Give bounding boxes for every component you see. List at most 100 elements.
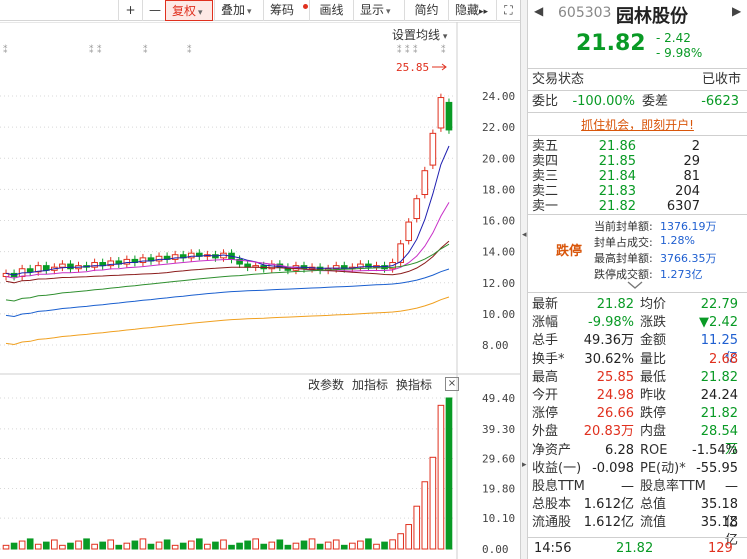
divider: [528, 68, 747, 69]
weicha-value: -6623: [701, 94, 739, 109]
volume-bar: [163, 539, 171, 550]
change-params-button[interactable]: 改参数: [308, 378, 344, 392]
volume-axis-label: 29.60: [482, 453, 515, 466]
fuquan-dropdown[interactable]: 复权 ▾: [165, 0, 213, 21]
volume-bar: [421, 481, 429, 550]
prev-stock-icon[interactable]: ◀: [534, 4, 543, 18]
volume-bar: [292, 542, 300, 550]
volume-bar: [316, 543, 324, 550]
volume-bar: [365, 538, 372, 550]
chart-toolbar: + — 复权 ▾ 叠加 ▾ 筹码 画线 显示 ▾ 简约 隐藏▸▸ ⛶: [0, 0, 520, 21]
divider: [528, 135, 747, 136]
volume-bar: [67, 542, 74, 550]
orderbook-row[interactable]: 卖三 21.84 81: [528, 169, 747, 184]
stat-value: ▼2.42: [699, 315, 738, 331]
volume-bar: [179, 542, 187, 550]
orderbook-row[interactable]: 卖五 21.86 2: [528, 139, 747, 154]
event-marker-icon: ⁑: [97, 44, 102, 56]
seal-value: 3766.35万: [660, 252, 717, 265]
stat-label: 涨幅: [532, 315, 559, 331]
orderbook-row[interactable]: 卖四 21.85 29: [528, 154, 747, 169]
volume-bar: [51, 539, 58, 550]
trade-status-row: 交易状态 已收市: [528, 70, 747, 89]
next-stock-icon[interactable]: ▶: [732, 4, 741, 18]
candle-body: [26, 268, 34, 273]
weicha-label: 委差: [642, 94, 669, 109]
divider: [528, 292, 747, 293]
volume-bar: [83, 538, 90, 550]
volume-bar: [195, 538, 203, 550]
huaxian-button[interactable]: 画线: [309, 0, 353, 21]
volume-axis-label: 19.80: [482, 482, 515, 495]
divider: [528, 112, 747, 113]
volume-bar: [59, 544, 66, 550]
candle-body: [445, 101, 453, 131]
volume-bar: [340, 544, 348, 550]
volume-bar: [252, 538, 260, 550]
volume-bar: [115, 544, 123, 550]
event-marker-icon: ⁑: [413, 44, 418, 56]
kline-chart-area[interactable]: + — 复权 ▾ 叠加 ▾ 筹码 画线 显示 ▾ 简约 隐藏▸▸ ⛶ 设置均线 ▾ 2…: [0, 0, 520, 559]
orderbook-price: 21.83: [598, 184, 636, 199]
seal-label: 当前封单额:: [594, 220, 653, 233]
price-axis-label: 12.00: [482, 277, 515, 290]
chouma-button[interactable]: 筹码: [263, 0, 309, 21]
volume-bar: [413, 505, 421, 550]
orderbook-price: 21.82: [598, 199, 636, 214]
stat-value: 21.82: [596, 297, 634, 312]
volume-bar: [155, 541, 163, 550]
orderbook-row[interactable]: 卖一 21.82 6307: [528, 199, 747, 214]
zoom-out-button[interactable]: —: [142, 0, 164, 21]
chevron-down-icon: ▾: [247, 7, 252, 17]
add-indicator-button[interactable]: 加指标: [352, 378, 388, 392]
zoom-in-button[interactable]: +: [118, 0, 142, 21]
stat-label: 总手: [532, 333, 559, 349]
stat-label: 收益(一): [532, 460, 582, 476]
event-marker-icon: ⁑: [441, 44, 446, 56]
stat-value: 24.98: [596, 388, 634, 403]
switch-indicator-button[interactable]: 换指标: [396, 378, 432, 392]
volume-bar: [284, 544, 292, 550]
stats-row: 净资产 6.28 ROE -1.54%: [528, 442, 747, 460]
limit-down-tag: 跌停: [556, 244, 583, 259]
orderbook-volume: 204: [675, 184, 700, 199]
event-marker-icon: ⁑: [397, 44, 402, 56]
volume-bar: [429, 456, 437, 550]
fullscreen-icon[interactable]: ⛶: [496, 0, 520, 21]
volume-bar: [34, 543, 42, 550]
yincang-button[interactable]: 隐藏▸▸: [448, 0, 496, 21]
ma-line: [5, 145, 450, 276]
price-axis-label: 8.00: [482, 339, 509, 352]
orderbook-volume: 29: [683, 154, 700, 169]
chevron-down-icon[interactable]: [626, 280, 644, 290]
event-marker-icon: ⁑: [187, 44, 192, 56]
trade-status-value: 已收市: [701, 72, 741, 87]
seal-value: 1.273亿: [660, 268, 703, 281]
volume-bar: [26, 538, 34, 550]
expand-arrow-icon[interactable]: ▸: [522, 460, 527, 470]
volume-bar: [42, 541, 50, 550]
jianyue-button[interactable]: 简约: [404, 0, 448, 21]
webi-row: 委比 -100.00% 委差 -6623: [528, 92, 747, 111]
volume-axis-label: 49.40: [482, 392, 515, 405]
panel-splitter[interactable]: ◂ ▸: [520, 0, 528, 559]
trade-status-label: 交易状态: [532, 72, 585, 87]
webi-label: 委比: [532, 94, 559, 109]
chevron-down-icon: ▾: [386, 7, 391, 17]
open-account-link[interactable]: 抓住机会，即刻开户!: [528, 116, 747, 133]
xianshi-dropdown[interactable]: 显示 ▾: [353, 0, 403, 21]
stats-row: 涨幅 -9.98% 涨跌 ▼2.42: [528, 314, 747, 332]
stats-row: 总手 49.36万 金额 11.25亿: [528, 332, 747, 366]
price-change-pct: - 9.98%: [656, 46, 703, 60]
diejia-dropdown[interactable]: 叠加 ▾: [214, 0, 262, 21]
stat-value: 1.612亿: [583, 515, 634, 531]
volume-bar: [2, 544, 10, 550]
collapse-arrow-icon[interactable]: ◂: [522, 230, 527, 240]
close-icon[interactable]: ×: [445, 377, 459, 391]
seal-label: 最高封单额:: [594, 252, 653, 265]
volume-bar: [147, 543, 155, 550]
stat-value: 26.66: [596, 406, 634, 422]
double-chevron-right-icon: ▸▸: [479, 7, 489, 17]
volume-axis-label: 0.00: [482, 543, 509, 556]
orderbook-row[interactable]: 卖二 21.83 204: [528, 184, 747, 199]
